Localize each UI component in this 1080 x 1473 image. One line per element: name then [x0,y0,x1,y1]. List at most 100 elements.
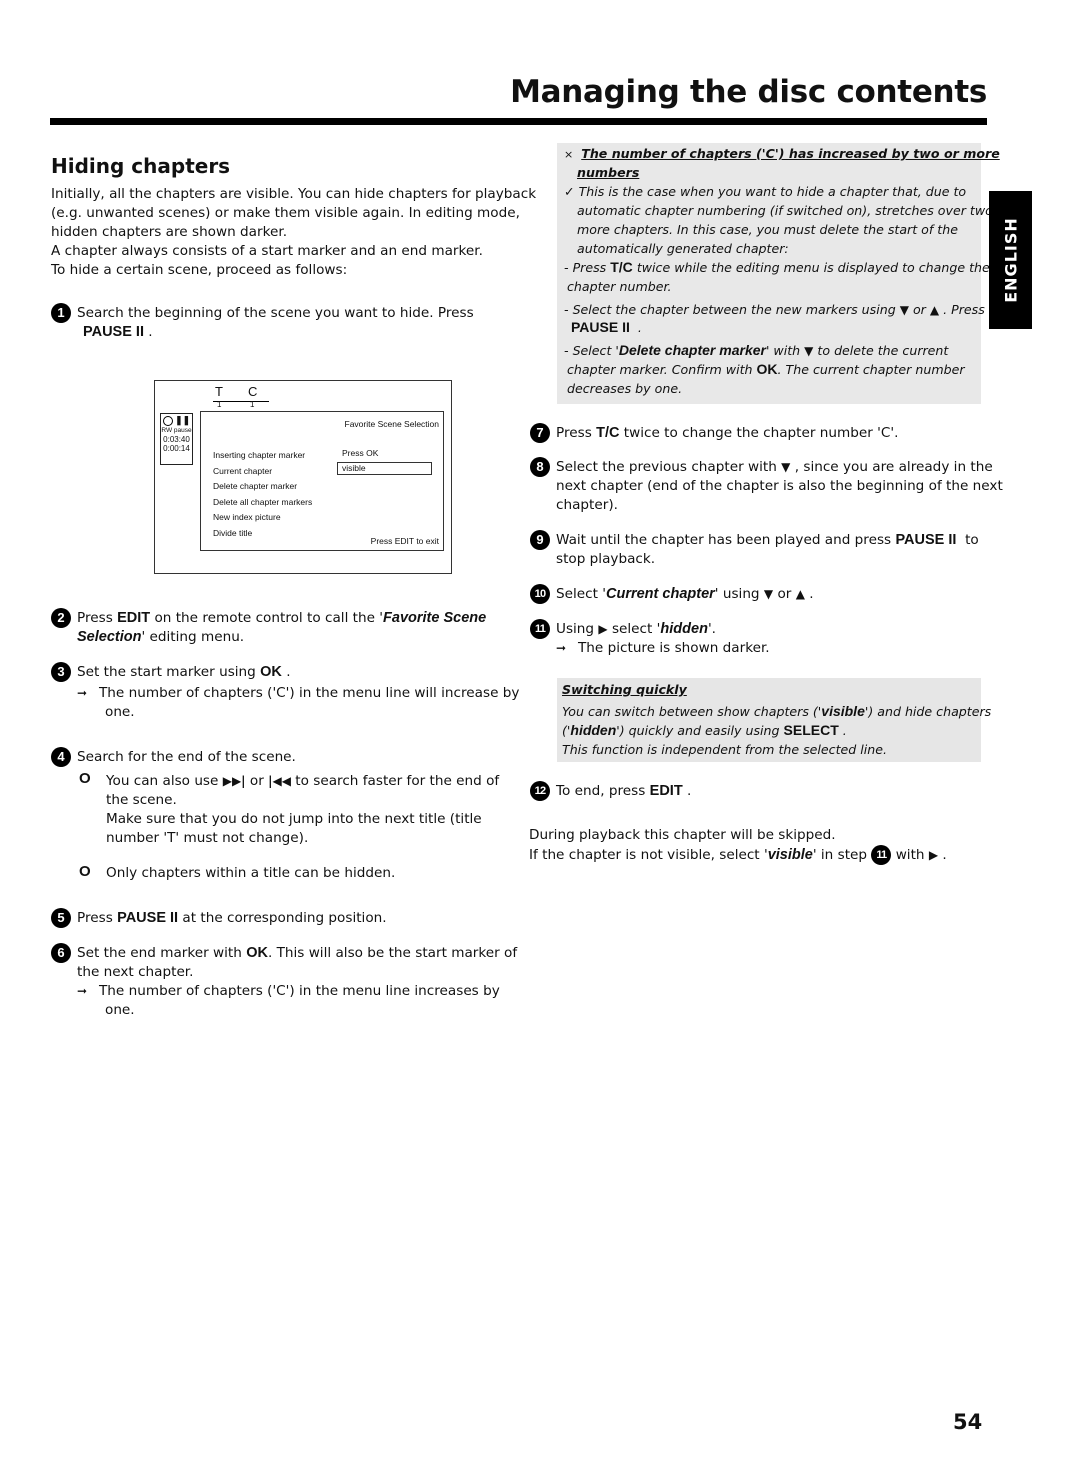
action-3-cont: chapter marker. Confirm with OK. The cur… [567,361,965,377]
action-2: - Select the chapter between the new mar… [564,302,985,317]
title-rule [50,118,987,125]
step-5-text: Press PAUSE II at the corresponding posi… [77,910,387,926]
down-arrow-icon: ▼ [781,460,791,474]
previous-chapter-icon: |◀◀ [268,774,291,788]
arrow-right-icon: ➞ [77,984,88,998]
time-total: 0:03:40 [163,435,190,444]
status-mode: RW pause [161,427,192,434]
switching-quickly-note: Switching quickly You can switch between… [557,678,991,762]
step-4-text: Search for the end of the scene. [77,749,296,765]
step-3-result: ➞ The number of chapters ('C') in the men… [77,685,520,720]
solution-line: automatically generated chapter: [577,241,789,256]
switching-line-1: You can switch between show chapters ('v… [562,703,992,719]
menu-item-new-index-picture[interactable]: New index picture [213,510,312,526]
down-arrow-icon: ▼ [899,303,909,317]
press-ok-value: Press OK [342,448,379,458]
step-4-tip-2: Only chapters within a title can be hidd… [106,865,396,881]
ok-key: OK [756,361,778,377]
problem-heading: × The number of chapters ('C') has incre… [564,146,1000,161]
step-10-text: Select 'Current chapter' using ▼ or ▲ . [556,586,814,602]
step-4-tip-1: You can also use ▶▶| or |◀◀ to search fa… [106,773,500,846]
action-3: - Select 'Delete chapter marker' with ▼ … [564,342,949,358]
step-number-5: 5 [51,908,71,928]
current-chapter-value[interactable]: visible [337,462,432,475]
status-box: ❚❚ RW pause 0:03:40 0:00:14 [160,413,193,465]
closing-text: During playback this chapter will be ski… [529,827,947,865]
ok-key: OK [246,945,268,961]
menu-item-delete-all-chapter-markers[interactable]: Delete all chapter markers [213,495,312,511]
menu-item-divide-title[interactable]: Divide title [213,526,312,542]
step-1-text: Search the beginning of the scene you wa… [77,305,474,340]
osd-screen: T C 1 1 ❚❚ RW pause 0:03:40 0:00:14 Favo… [154,380,452,574]
tc-key: T/C [596,425,620,441]
chapter-label: C [248,384,258,399]
action-1-cont: chapter number. [567,279,672,294]
edit-key: EDIT [649,783,683,799]
arrow-right-icon: ➞ [556,641,567,655]
cross-icon: × [564,148,574,161]
menu-item-current-chapter[interactable]: Current chapter [213,464,312,480]
section-heading: Hiding chapters [51,154,231,178]
menu-title: Favorite Scene Selection [344,419,440,429]
solution-line: ✓ This is the case when you want to hide… [564,184,967,199]
troubleshooting-note: × The number of chapters ('C') has incre… [557,143,1010,404]
chapter-value: 1 [250,400,255,409]
action-2-cont: PAUSE II . [571,319,642,335]
title-value: 1 [217,400,222,409]
title-label: T [215,384,223,399]
tc-key: T/C [610,259,633,275]
time-current: 0:00:14 [163,444,190,453]
step-number-10: 10 [530,584,550,604]
pause-key: PAUSE II [895,532,957,548]
step-2-text: Press EDIT on the remote control to call… [77,610,487,645]
step-number-6: 6 [51,943,71,963]
edit-key: EDIT [117,610,151,626]
intro-line: Initially, all the chapters are visible.… [51,186,537,202]
step-12-text: To end, press EDIT . [556,783,692,799]
exit-hint: Press EDIT to exit [370,536,439,546]
check-icon: ✓ [564,184,575,199]
step-number-8: 8 [530,457,550,477]
intro-line: hidden chapters are shown darker. [51,224,288,240]
select-key: SELECT [783,722,839,738]
down-arrow-icon: ▼ [763,587,774,601]
next-chapter-icon: ▶▶| [222,774,246,788]
step-1-label: Search the beginning of the scene you wa… [77,305,474,321]
action-1: - Press T/C twice while the editing menu… [564,259,990,275]
step-6-text: Set the end marker with OK. This will al… [77,945,518,1018]
ok-key: OK [260,664,282,680]
solution-line: more chapters. In this case, you must de… [577,222,958,237]
intro-line: A chapter always consists of a start mar… [51,243,483,259]
language-tab: ENGLISH [989,191,1032,329]
step-3-text: Set the start marker using OK . [77,664,291,680]
page-number: 54 [953,1410,983,1434]
switching-line-2: ('hidden') quickly and easily using SELE… [562,722,847,738]
tip-bullet-icon: O [79,863,91,880]
step-number-2: 2 [51,608,71,628]
intro-line: To hide a certain scene, proceed as foll… [51,262,348,278]
step-number-9: 9 [530,530,550,550]
menu-item-delete-chapter-marker[interactable]: Delete chapter marker [213,479,312,495]
intro-paragraph: Initially, all the chapters are visible.… [51,185,537,280]
favorite-scene-menu: Favorite Scene Selection Inserting chapt… [200,411,444,551]
solution-line: automatic chapter numbering (if switched… [577,203,1010,218]
switching-line-3: This function is independent from the se… [562,742,888,757]
problem-heading-cont: numbers [577,165,640,180]
up-arrow-icon: ▲ [795,587,805,601]
menu-item-inserting-chapter-marker[interactable]: Inserting chapter marker [213,448,312,464]
pause-key: PAUSE II [83,324,144,340]
pause-key: PAUSE II [117,910,179,926]
step-9-text: Wait until the chapter has been played a… [556,532,979,567]
intro-line: (e.g. unwanted scenes) or make them visi… [51,205,520,221]
step-number-7: 7 [530,423,550,443]
action-3-cont2: decreases by one. [567,381,683,396]
right-arrow-icon: ▶ [598,622,608,636]
step-number-3: 3 [51,662,71,682]
step-number-11: 11 [530,619,550,639]
disc-pause-icon: ❚❚ [161,416,192,426]
menu-list: Inserting chapter marker Current chapter… [213,448,312,541]
tip-bullet-icon: O [79,770,91,787]
step-number-4: 4 [51,747,71,767]
step-11-text: Using ▶ select 'hidden'. ➞ The picture is… [556,621,770,656]
page-title: Managing the disc contents [510,74,987,110]
